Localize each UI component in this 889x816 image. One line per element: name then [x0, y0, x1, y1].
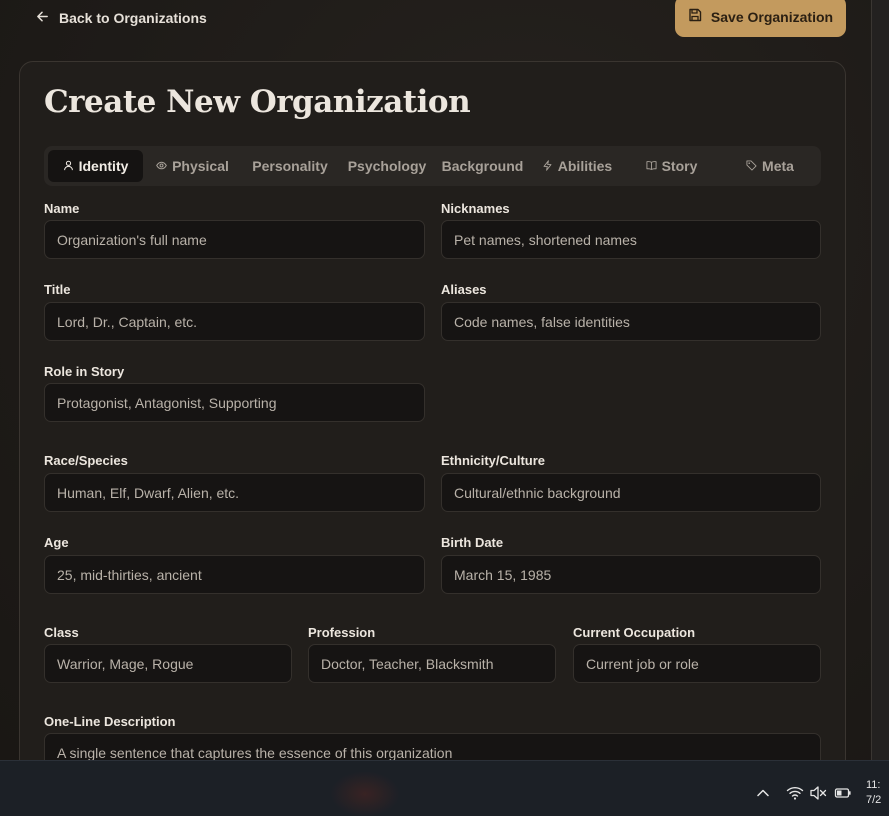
- birth-date-label: Birth Date: [441, 535, 504, 550]
- birth-date-input[interactable]: March 15, 1985: [441, 555, 821, 594]
- system-clock[interactable]: 11: 7/2: [866, 778, 889, 808]
- clock-date: 7/2: [866, 794, 882, 806]
- save-organization-button[interactable]: Save Organization: [675, 0, 846, 37]
- profession-input[interactable]: Doctor, Teacher, Blacksmith: [308, 644, 556, 683]
- tab-physical[interactable]: Physical: [150, 150, 235, 182]
- tab-meta[interactable]: Meta: [724, 150, 816, 182]
- tag-icon: [746, 158, 757, 174]
- book-icon: [646, 158, 657, 174]
- page-title: Create New Organization: [44, 84, 471, 120]
- clock-time: 11:: [866, 779, 881, 791]
- description-input[interactable]: A single sentence that captures the esse…: [44, 733, 821, 760]
- tab-background[interactable]: Background: [438, 150, 527, 182]
- profession-label: Profession: [308, 625, 376, 640]
- tab-bar: Identity Physical Personality Psychology…: [44, 146, 821, 186]
- aliases-input[interactable]: Code names, false identities: [441, 302, 821, 341]
- tab-label: Background: [441, 158, 524, 174]
- aliases-label: Aliases: [441, 282, 487, 297]
- save-button-label: Save Organization: [710, 8, 834, 25]
- tab-abilities[interactable]: Abilities: [534, 150, 620, 182]
- chevron-up-icon[interactable]: [754, 784, 772, 802]
- volume-muted-icon[interactable]: [809, 784, 827, 802]
- nicknames-input[interactable]: Pet names, shortened names: [441, 220, 821, 259]
- battery-icon[interactable]: [834, 784, 852, 802]
- tab-identity[interactable]: Identity: [48, 150, 143, 182]
- class-label: Class: [44, 625, 79, 640]
- tab-story[interactable]: Story: [629, 150, 714, 182]
- description-label: One-Line Description: [44, 714, 176, 729]
- name-label: Name: [44, 201, 80, 216]
- class-input[interactable]: Warrior, Mage, Rogue: [44, 644, 292, 683]
- occupation-label: Current Occupation: [573, 625, 696, 640]
- scrollbar-track[interactable]: [871, 0, 889, 760]
- lightning-icon: [542, 158, 553, 174]
- ethnicity-label: Ethnicity/Culture: [441, 453, 546, 468]
- occupation-input[interactable]: Current job or role: [573, 644, 821, 683]
- age-label: Age: [44, 535, 69, 550]
- taskbar-app-glow: [330, 771, 400, 816]
- race-label: Race/Species: [44, 453, 128, 468]
- wifi-icon[interactable]: [786, 784, 804, 802]
- role-input[interactable]: Protagonist, Antagonist, Supporting: [44, 383, 425, 422]
- app-window: Back to Organizations Save Organization …: [0, 0, 871, 760]
- name-input[interactable]: Organization's full name: [44, 220, 425, 259]
- tab-label: Meta: [762, 158, 794, 174]
- tab-label: Psychology: [347, 158, 427, 174]
- save-icon: [688, 8, 702, 25]
- arrow-left-icon: [36, 10, 49, 26]
- tab-label: Identity: [78, 158, 129, 174]
- tab-label: Abilities: [557, 158, 613, 174]
- ethnicity-input[interactable]: Cultural/ethnic background: [441, 473, 821, 512]
- nicknames-label: Nicknames: [441, 201, 510, 216]
- title-input[interactable]: Lord, Dr., Captain, etc.: [44, 302, 425, 341]
- race-input[interactable]: Human, Elf, Dwarf, Alien, etc.: [44, 473, 425, 512]
- tab-label: Story: [661, 158, 698, 174]
- tab-personality[interactable]: Personality: [244, 150, 336, 182]
- user-icon: [63, 158, 74, 174]
- age-input[interactable]: 25, mid-thirties, ancient: [44, 555, 425, 594]
- tab-psychology[interactable]: Psychology: [342, 150, 432, 182]
- title-label: Title: [44, 282, 71, 297]
- back-link-label: Back to Organizations: [59, 10, 207, 26]
- role-label: Role in Story: [44, 364, 125, 379]
- tab-label: Physical: [172, 158, 229, 174]
- back-to-organizations-link[interactable]: Back to Organizations: [36, 8, 207, 28]
- eye-icon: [156, 158, 167, 174]
- tab-label: Personality: [252, 158, 328, 174]
